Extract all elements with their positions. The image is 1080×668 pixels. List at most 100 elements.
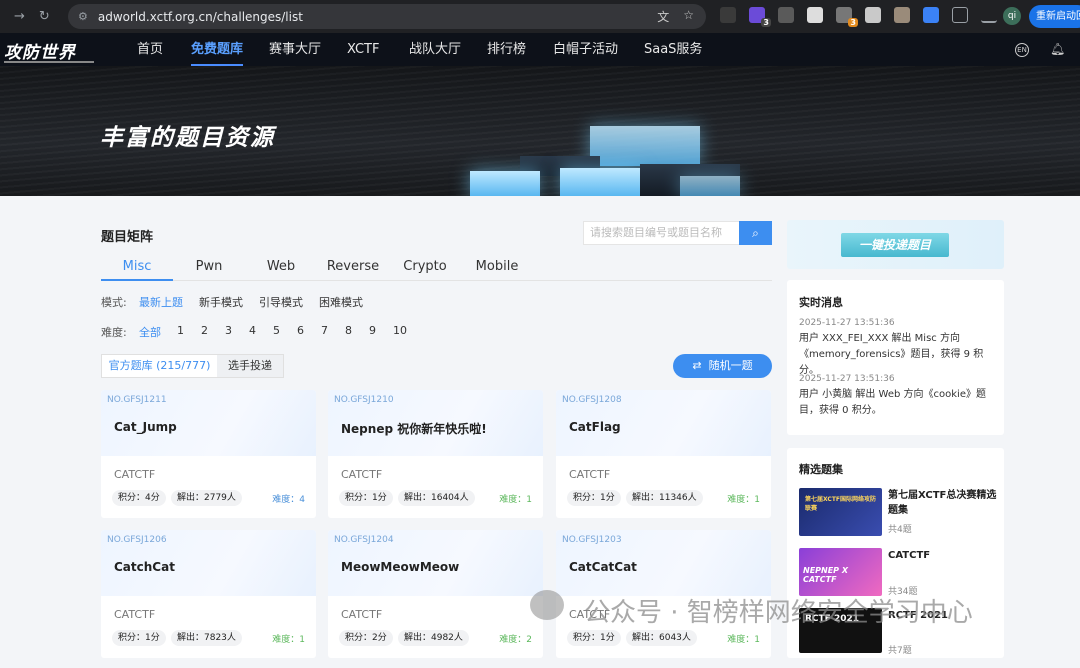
- featured-title: 精选题集: [799, 463, 843, 476]
- nav-item-events[interactable]: 赛事大厅: [269, 33, 321, 66]
- source-switch: 官方题库 (215/777) 选手投递: [101, 354, 284, 378]
- nav-item-leaderboard[interactable]: 排行榜: [487, 33, 526, 66]
- tab-misc[interactable]: Misc: [101, 259, 173, 281]
- difficulty-option[interactable]: 6: [297, 324, 304, 337]
- section-title: 题目矩阵: [101, 230, 154, 245]
- extensions-puzzle-icon[interactable]: [952, 7, 968, 23]
- nav-item-home[interactable]: 首页: [137, 33, 163, 66]
- featured-thumbnail: 第七届XCTF国际网络攻防联赛: [799, 488, 882, 536]
- nav-item-saas[interactable]: SaaS服务: [644, 33, 702, 66]
- site-logo[interactable]: 攻防世界: [4, 38, 76, 63]
- nav-item-teams[interactable]: 战队大厅: [409, 33, 461, 66]
- download-icon[interactable]: [981, 7, 997, 23]
- bookmark-star-icon[interactable]: ☆: [683, 8, 694, 25]
- tab-reverse[interactable]: Reverse: [317, 259, 389, 281]
- challenge-name: Nepnep 祝你新年快乐啦!: [341, 422, 487, 436]
- mode-option-hard[interactable]: 困难模式: [319, 294, 363, 310]
- search-button[interactable]: ⌕: [739, 221, 772, 245]
- difficulty-option-all[interactable]: 全部: [139, 324, 161, 340]
- difficulty-option[interactable]: 3: [225, 324, 232, 337]
- news-time: 2025-11-27 13:51:36: [799, 318, 895, 328]
- site-info-icon[interactable]: ⚙: [78, 10, 88, 23]
- difficulty-label: 难度:: [101, 326, 127, 339]
- category-tabs: Misc Pwn Web Reverse Crypto Mobile: [101, 259, 772, 281]
- nav-item-whitehat[interactable]: 白帽子活动: [553, 33, 618, 66]
- challenge-card[interactable]: NO.GFSJ1211 Cat_Jump CATCTF 积分：4分 解出：277…: [101, 390, 316, 518]
- url-text: adworld.xctf.org.cn/challenges/list: [97, 9, 303, 24]
- extension-icon[interactable]: [720, 7, 736, 23]
- challenge-source: CATCTF: [341, 468, 383, 481]
- submit-challenge-banner[interactable]: 一键投递题目: [787, 220, 1004, 269]
- search-icon: ⌕: [752, 226, 759, 240]
- challenge-card[interactable]: NO.GFSJ1208 CatFlag CATCTF 积分：1分 解出：1134…: [556, 390, 771, 518]
- score-pill: 积分：1分: [567, 630, 621, 646]
- featured-set-item[interactable]: 第七届XCTF国际网络攻防联赛 第七届XCTF总决赛精选题集 共4题: [799, 488, 999, 548]
- relaunch-button[interactable]: 重新启动回: [1029, 5, 1080, 28]
- challenge-source: CATCTF: [569, 468, 611, 481]
- mode-option-beginner[interactable]: 新手模式: [199, 294, 243, 310]
- profile-avatar[interactable]: qi: [1003, 7, 1021, 25]
- solved-pill: 解出：16404人: [398, 490, 475, 506]
- difficulty-option[interactable]: 8: [345, 324, 352, 337]
- difficulty-option[interactable]: 7: [321, 324, 328, 337]
- extension-icon[interactable]: [923, 7, 939, 23]
- challenge-card[interactable]: NO.GFSJ1206 CatchCat CATCTF 积分：1分 解出：782…: [101, 530, 316, 658]
- nav-item-free-challenges[interactable]: 免费题库: [191, 33, 244, 66]
- featured-thumbnail: NEPNEP X CATCTF: [799, 548, 882, 596]
- difficulty-option[interactable]: 10: [393, 324, 407, 337]
- challenge-card[interactable]: NO.GFSJ1210 Nepnep 祝你新年快乐啦! CATCTF 积分：1分…: [328, 390, 543, 518]
- tab-mobile[interactable]: Mobile: [461, 259, 533, 281]
- challenge-card[interactable]: NO.GFSJ1204 MeowMeowMeow CATCTF 积分：2分 解出…: [328, 530, 543, 658]
- tab-pwn[interactable]: Pwn: [173, 259, 245, 281]
- extension-icon[interactable]: [865, 7, 881, 23]
- challenge-number: NO.GFSJ1208: [562, 395, 622, 405]
- extension-icon[interactable]: 3: [836, 7, 858, 27]
- site-navbar: 攻防世界 首页 免费题库 赛事大厅 XCTF 战队大厅 排行榜 白帽子活动 Sa…: [0, 33, 1080, 66]
- news-item: 2025-11-27 13:51:36 用户 小黄脑 解出 Web 方向《coo…: [799, 374, 999, 419]
- address-bar[interactable]: ⚙ adworld.xctf.org.cn/challenges/list 文 …: [68, 4, 706, 29]
- extension-badge: 3: [761, 18, 771, 27]
- search-input[interactable]: 请搜索题目编号或题目名称: [583, 221, 740, 245]
- bell-icon[interactable]: 🔔︎: [1050, 42, 1065, 56]
- difficulty-option[interactable]: 9: [369, 324, 376, 337]
- wechat-icon: [530, 590, 564, 620]
- submit-challenge-label: 一键投递题目: [841, 233, 949, 257]
- extension-icon[interactable]: [894, 7, 910, 23]
- mode-option-latest[interactable]: 最新上题: [139, 294, 183, 310]
- solved-pill: 解出：11346人: [626, 490, 703, 506]
- challenge-name: MeowMeowMeow: [341, 560, 460, 574]
- difficulty-option[interactable]: 4: [249, 324, 256, 337]
- language-icon[interactable]: EN: [1015, 43, 1029, 57]
- challenge-number: NO.GFSJ1206: [107, 535, 167, 545]
- mode-option-guided[interactable]: 引导模式: [259, 294, 303, 310]
- solved-pill: 解出：2779人: [171, 490, 242, 506]
- translate-icon[interactable]: 文: [657, 8, 669, 25]
- extension-badge: 3: [848, 18, 858, 27]
- difficulty-option[interactable]: 5: [273, 324, 280, 337]
- featured-set-count: 共7题: [888, 646, 912, 656]
- source-official-tab[interactable]: 官方题库 (215/777): [102, 355, 217, 377]
- extension-icon[interactable]: [807, 7, 823, 23]
- news-time: 2025-11-27 13:51:36: [799, 374, 895, 384]
- source-player-tab[interactable]: 选手投递: [217, 355, 283, 377]
- score-pill: 积分：4分: [112, 490, 166, 506]
- difficulty-text: 难度：1: [499, 495, 532, 505]
- tab-crypto[interactable]: Crypto: [389, 259, 461, 281]
- nav-item-xctf[interactable]: XCTF: [347, 33, 379, 66]
- random-challenge-button[interactable]: ⇄ 随机一题: [673, 354, 772, 378]
- banner-cube-graphic: [470, 171, 540, 196]
- challenge-name: CatCatCat: [569, 560, 637, 574]
- forward-icon[interactable]: →: [14, 9, 25, 24]
- shuffle-icon: ⇄: [692, 359, 702, 372]
- extension-icon[interactable]: 3: [749, 7, 771, 27]
- challenge-source: CATCTF: [114, 468, 156, 481]
- difficulty-option[interactable]: 2: [201, 324, 208, 337]
- solved-pill: 解出：7823人: [171, 630, 242, 646]
- difficulty-text: 难度：1: [727, 635, 760, 645]
- challenge-number: NO.GFSJ1204: [334, 535, 394, 545]
- reload-icon[interactable]: ↻: [39, 9, 50, 24]
- difficulty-option[interactable]: 1: [177, 324, 184, 337]
- random-label: 随机一题: [708, 359, 753, 372]
- tab-web[interactable]: Web: [245, 259, 317, 281]
- extension-icon[interactable]: [778, 7, 794, 23]
